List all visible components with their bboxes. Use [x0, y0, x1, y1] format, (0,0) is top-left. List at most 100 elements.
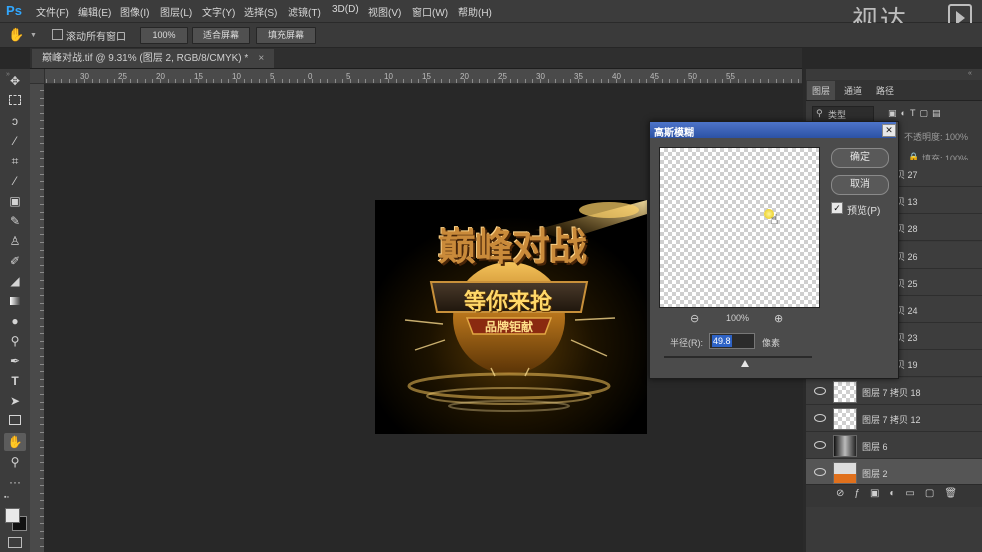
layer-name[interactable]: 图层 2: [862, 467, 888, 480]
ruler-tick: [608, 79, 609, 83]
layer-thumbnail[interactable]: [833, 462, 857, 484]
layer-thumbnail[interactable]: [833, 435, 857, 457]
marquee-tool-icon[interactable]: [4, 92, 26, 110]
menu-edit[interactable]: 编辑(E): [78, 4, 111, 19]
tab-channels[interactable]: 通道: [844, 84, 862, 97]
ruler-tick: [122, 79, 123, 83]
document-tab-title: 巅峰对战.tif @ 9.31% (图层 2, RGB/8/CMYK) *: [42, 53, 249, 64]
gradient-tool-icon[interactable]: [4, 292, 26, 310]
ruler-origin[interactable]: [30, 69, 45, 84]
menu-select[interactable]: 选择(S): [244, 4, 277, 19]
hand-tool-active-icon[interactable]: ✋: [4, 433, 26, 451]
document-tab[interactable]: 巅峰对战.tif @ 9.31% (图层 2, RGB/8/CMYK) * ×: [32, 49, 275, 68]
menu-type[interactable]: 文字(Y): [202, 4, 235, 19]
layer-thumbnail[interactable]: [833, 381, 857, 403]
history-brush-tool-icon[interactable]: ✐: [4, 252, 26, 270]
eraser-tool-icon[interactable]: ◢: [4, 272, 26, 290]
menu-help[interactable]: 帮助(H): [458, 4, 492, 19]
scroll-all-checkbox[interactable]: [52, 29, 63, 40]
pen-tool-icon[interactable]: ✒: [4, 352, 26, 370]
dodge-tool-icon[interactable]: ⚲: [4, 332, 26, 350]
magic-wand-tool-icon[interactable]: ⁄: [4, 132, 26, 150]
zoom-100-button[interactable]: 100%: [140, 27, 188, 44]
ruler-tick: [449, 79, 450, 83]
close-tab-icon[interactable]: ×: [258, 53, 264, 64]
type-tool-icon[interactable]: T: [4, 372, 26, 390]
menu-window[interactable]: 窗口(W): [412, 4, 448, 19]
zoom-tool-icon[interactable]: ⚲: [4, 453, 26, 471]
ruler-tick: [418, 79, 419, 83]
ruler-tick: [312, 79, 313, 83]
eyedropper-tool-icon[interactable]: ⁄: [4, 172, 26, 190]
visibility-eye-icon[interactable]: [814, 387, 826, 395]
zoom-out-icon[interactable]: ⊖: [690, 312, 699, 325]
ruler-tick: [403, 79, 404, 83]
ruler-tick: [692, 79, 693, 83]
hand-tool-icon[interactable]: ✋: [8, 27, 26, 43]
layer-name[interactable]: 贝 19: [896, 358, 918, 371]
ruler-tick: [669, 79, 670, 83]
more-tools-icon[interactable]: ···: [4, 473, 26, 491]
menu-3d[interactable]: 3D(D): [332, 4, 359, 15]
ruler-tick: [563, 79, 564, 83]
quick-mask-icon[interactable]: [8, 537, 22, 548]
hand-cursor-icon: ☝: [770, 211, 779, 227]
visibility-eye-icon[interactable]: [814, 414, 826, 422]
layer-name[interactable]: 贝 27: [896, 168, 918, 181]
layer-name[interactable]: 图层 6: [862, 440, 888, 453]
filter-icons[interactable]: ▣◐T▢▤: [888, 108, 944, 119]
layers-footer-icons[interactable]: ⊘ƒ▣◐▭▢🗑: [836, 488, 967, 499]
visibility-eye-icon[interactable]: [814, 468, 826, 476]
radius-slider-handle[interactable]: [741, 360, 749, 367]
ruler-tick: [190, 79, 191, 83]
lasso-tool-icon[interactable]: ↄ: [4, 112, 26, 130]
ruler-tick: [335, 79, 336, 83]
move-tool-icon[interactable]: ✥: [4, 72, 26, 90]
cancel-button[interactable]: 取消: [831, 175, 889, 195]
preview-checkbox[interactable]: ✓: [831, 202, 843, 214]
healing-brush-tool-icon[interactable]: ▣: [4, 192, 26, 210]
menu-view[interactable]: 视图(V): [368, 4, 401, 19]
tab-layers[interactable]: 图层: [812, 84, 830, 97]
path-selection-tool-icon[interactable]: ➤: [4, 392, 26, 410]
opacity-label[interactable]: 不透明度: 100%: [904, 130, 968, 143]
layer-name[interactable]: 图层 7 拷贝 12: [862, 413, 921, 426]
ruler-tick: [768, 79, 769, 83]
fit-screen-button[interactable]: 适合屏幕: [192, 27, 250, 44]
tool-preset-chevron-icon[interactable]: ▼: [30, 32, 37, 39]
ruler-tick: [570, 79, 571, 83]
layer-name[interactable]: 贝 23: [896, 331, 918, 344]
layer-name[interactable]: 贝 13: [896, 195, 918, 208]
layer-name[interactable]: 贝 24: [896, 304, 918, 317]
panel-collapse-icon[interactable]: «: [968, 70, 972, 77]
radius-slider-track[interactable]: [664, 356, 812, 358]
clone-stamp-tool-icon[interactable]: ♙: [4, 232, 26, 250]
preview-zoom-value: 100%: [726, 313, 750, 323]
layer-name[interactable]: 贝 26: [896, 250, 918, 263]
layer-name[interactable]: 贝 25: [896, 277, 918, 290]
blur-preview[interactable]: [659, 147, 820, 308]
ok-button[interactable]: 确定: [831, 148, 889, 168]
rectangle-tool-icon[interactable]: [4, 412, 26, 430]
layer-name[interactable]: 贝 28: [896, 222, 918, 235]
fill-screen-button[interactable]: 填充屏幕: [256, 27, 316, 44]
layer-name[interactable]: 图层 7 拷贝 18: [862, 386, 921, 399]
crop-tool-icon[interactable]: ⌗: [4, 152, 26, 170]
default-colors-icon[interactable]: ▪▫: [4, 494, 9, 501]
ruler-tick: [722, 79, 723, 83]
menu-filter[interactable]: 滤镜(T): [288, 4, 321, 19]
ruler-tick: [472, 79, 473, 83]
blur-tool-icon[interactable]: ●: [4, 312, 26, 330]
radius-input[interactable]: 49.8: [709, 333, 755, 349]
zoom-in-icon[interactable]: ⊕: [774, 312, 783, 325]
layer-thumbnail[interactable]: [833, 408, 857, 430]
menu-image[interactable]: 图像(I): [120, 4, 149, 19]
ruler-tick: [434, 79, 435, 83]
tab-paths[interactable]: 路径: [876, 84, 894, 97]
brush-tool-icon[interactable]: ✎: [4, 212, 26, 230]
visibility-eye-icon[interactable]: [814, 441, 826, 449]
dialog-close-button[interactable]: ✕: [882, 124, 896, 137]
menu-file[interactable]: 文件(F): [36, 4, 69, 19]
menu-layer[interactable]: 图层(L): [160, 4, 192, 19]
foreground-color-swatch[interactable]: [5, 508, 20, 523]
